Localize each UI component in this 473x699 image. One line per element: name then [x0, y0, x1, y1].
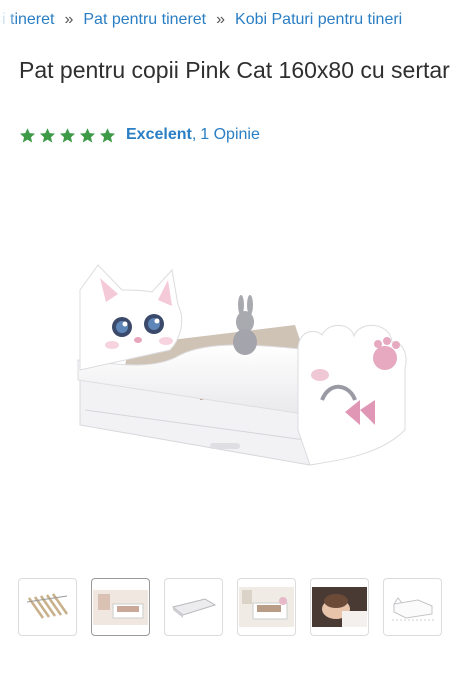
product-rating[interactable]: Excelent, 1 Opinie: [19, 124, 260, 146]
thumbnail-child-sleeping[interactable]: [310, 578, 369, 636]
child-sleeping-thumbnail-icon: [312, 587, 367, 627]
breadcrumb-link-youth-bed[interactable]: Pat pentru tineret: [83, 11, 206, 28]
reviews-link[interactable]: 1 Opinie: [200, 126, 260, 144]
star-icon: [59, 127, 76, 142]
product-main-image[interactable]: [60, 250, 420, 485]
star-icon: [79, 127, 96, 142]
breadcrumb-separator: »: [64, 11, 74, 28]
star-icon: [39, 127, 56, 142]
rating-separator: ,: [191, 126, 197, 143]
breadcrumb-separator: »: [216, 11, 226, 28]
thumbnail-mattress[interactable]: [164, 578, 223, 636]
breadcrumb-link-kobi-beds[interactable]: Kobi Paturi pentru tineri: [235, 11, 402, 28]
thumbnail-bed-dimensions[interactable]: [383, 578, 442, 636]
rating-label[interactable]: Excelent: [126, 126, 192, 144]
thumbnail-slatted-frame[interactable]: [18, 578, 77, 636]
star-icon: [99, 127, 116, 142]
thumbnail-room-scene[interactable]: [91, 578, 150, 636]
bed-dimensions-thumbnail-icon: [391, 597, 434, 621]
breadcrumb-fade: [0, 11, 16, 35]
breadcrumb: și tineret» Pat pentru tineret» Kobi Patur…: [0, 11, 473, 35]
product-title: Pat pentru copii Pink Cat 160x80 cu sert…: [19, 57, 450, 83]
slatted-frame-thumbnail-icon: [26, 593, 68, 619]
thumbnail-bed-in-room[interactable]: [237, 578, 296, 636]
room-scene-thumbnail-icon: [93, 589, 148, 625]
star-icon: [19, 127, 36, 142]
mattress-thumbnail-icon: [171, 597, 216, 618]
thumbnail-strip: [18, 578, 442, 636]
rating-stars: [19, 127, 116, 144]
bed-in-room-thumbnail-icon: [239, 587, 294, 627]
